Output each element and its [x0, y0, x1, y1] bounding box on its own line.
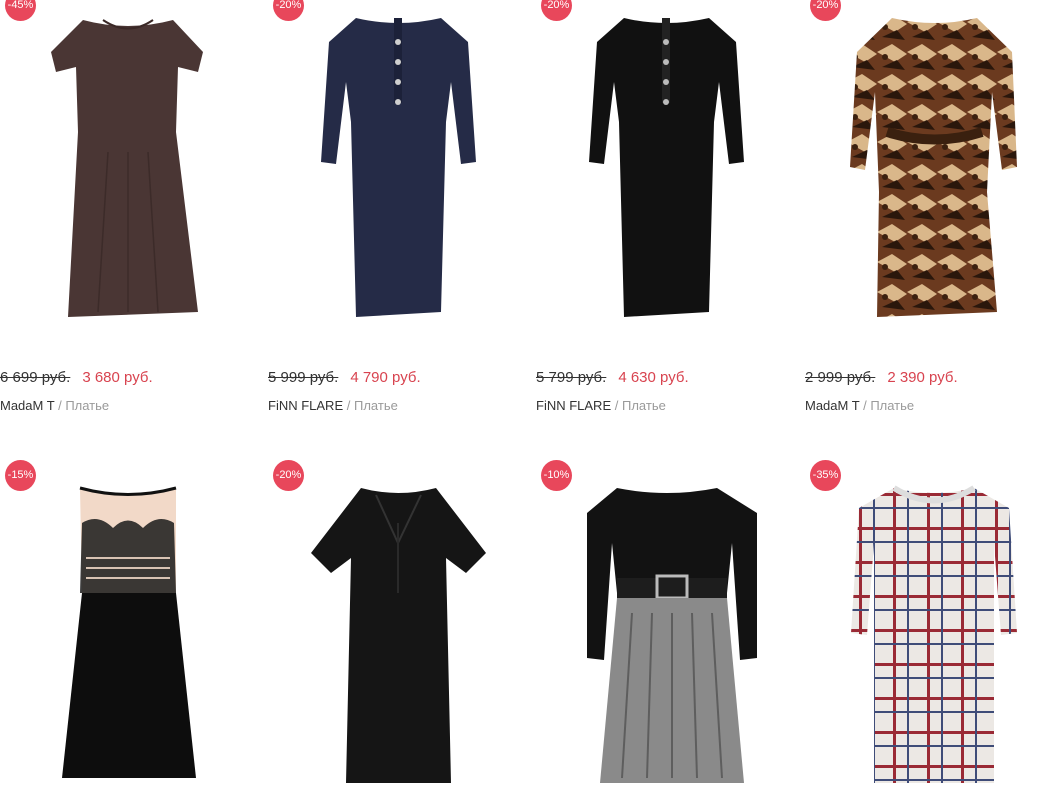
- product-card[interactable]: -15%: [0, 460, 250, 810]
- product-card[interactable]: -20% 5 799 руб. 4 630 руб. FiNN FLARE / П…: [536, 0, 786, 420]
- price-row: 6 699 руб. 3 680 руб.: [0, 369, 153, 386]
- discount-badge: -35%: [810, 460, 841, 491]
- price-row: 5 799 руб. 4 630 руб.: [536, 369, 689, 386]
- discount-badge: -20%: [541, 0, 572, 21]
- product-card[interactable]: -10%: [536, 460, 786, 810]
- product-card[interactable]: -45% 6 699 руб. 3 680 руб. MadaM T / Плат…: [0, 0, 250, 420]
- new-price: 4 630 руб.: [618, 369, 689, 386]
- discount-badge: -15%: [5, 460, 36, 491]
- separator: /: [58, 398, 62, 413]
- separator: /: [863, 398, 867, 413]
- discount-badge: -20%: [273, 460, 304, 491]
- product-meta: FiNN FLARE / Платье: [536, 398, 666, 413]
- discount-badge: -20%: [810, 0, 841, 21]
- new-price: 2 390 руб.: [887, 369, 958, 386]
- product-image-navy-dress[interactable]: [316, 12, 481, 322]
- product-card[interactable]: -20% 5 999 руб. 4 790 руб. FiNN FLARE / П…: [268, 0, 518, 420]
- product-image-animal-print-dress[interactable]: [847, 12, 1022, 322]
- product-image-black-tshirt-dress[interactable]: [306, 483, 491, 788]
- product-meta: FiNN FLARE / Платье: [268, 398, 398, 413]
- separator: /: [346, 398, 351, 413]
- category-link[interactable]: Платье: [622, 398, 666, 413]
- brand-link[interactable]: FiNN FLARE: [268, 398, 343, 413]
- product-card[interactable]: -20% 2 999 руб. 2 390 руб. MadaM T / Плат…: [805, 0, 1043, 420]
- product-image-plaid-dress[interactable]: [849, 483, 1019, 788]
- old-price: 2 999 руб.: [805, 369, 876, 386]
- product-card[interactable]: -35%: [805, 460, 1043, 810]
- old-price: 5 999 руб.: [268, 369, 339, 386]
- discount-badge: -45%: [5, 0, 36, 21]
- category-link[interactable]: Платье: [354, 398, 398, 413]
- product-image-belted-grey-dress[interactable]: [572, 483, 762, 788]
- product-meta: MadaM T / Платье: [805, 398, 914, 413]
- brand-link[interactable]: MadaM T: [805, 398, 859, 413]
- brand-link[interactable]: MadaM T: [0, 398, 54, 413]
- new-price: 4 790 руб.: [350, 369, 421, 386]
- old-price: 5 799 руб.: [536, 369, 607, 386]
- separator: /: [614, 398, 619, 413]
- brand-link[interactable]: FiNN FLARE: [536, 398, 611, 413]
- product-image-lace-dress[interactable]: [58, 483, 198, 783]
- price-row: 5 999 руб. 4 790 руб.: [268, 369, 421, 386]
- product-image-brown-dress[interactable]: [48, 12, 208, 322]
- discount-badge: -20%: [273, 0, 304, 21]
- category-link[interactable]: Платье: [870, 398, 914, 413]
- old-price: 6 699 руб.: [0, 369, 71, 386]
- product-card[interactable]: -20%: [268, 460, 518, 810]
- product-image-black-dress[interactable]: [584, 12, 749, 322]
- category-link[interactable]: Платье: [65, 398, 109, 413]
- new-price: 3 680 руб.: [82, 369, 153, 386]
- discount-badge: -10%: [541, 460, 572, 491]
- price-row: 2 999 руб. 2 390 руб.: [805, 369, 958, 386]
- product-meta: MadaM T / Платье: [0, 398, 109, 413]
